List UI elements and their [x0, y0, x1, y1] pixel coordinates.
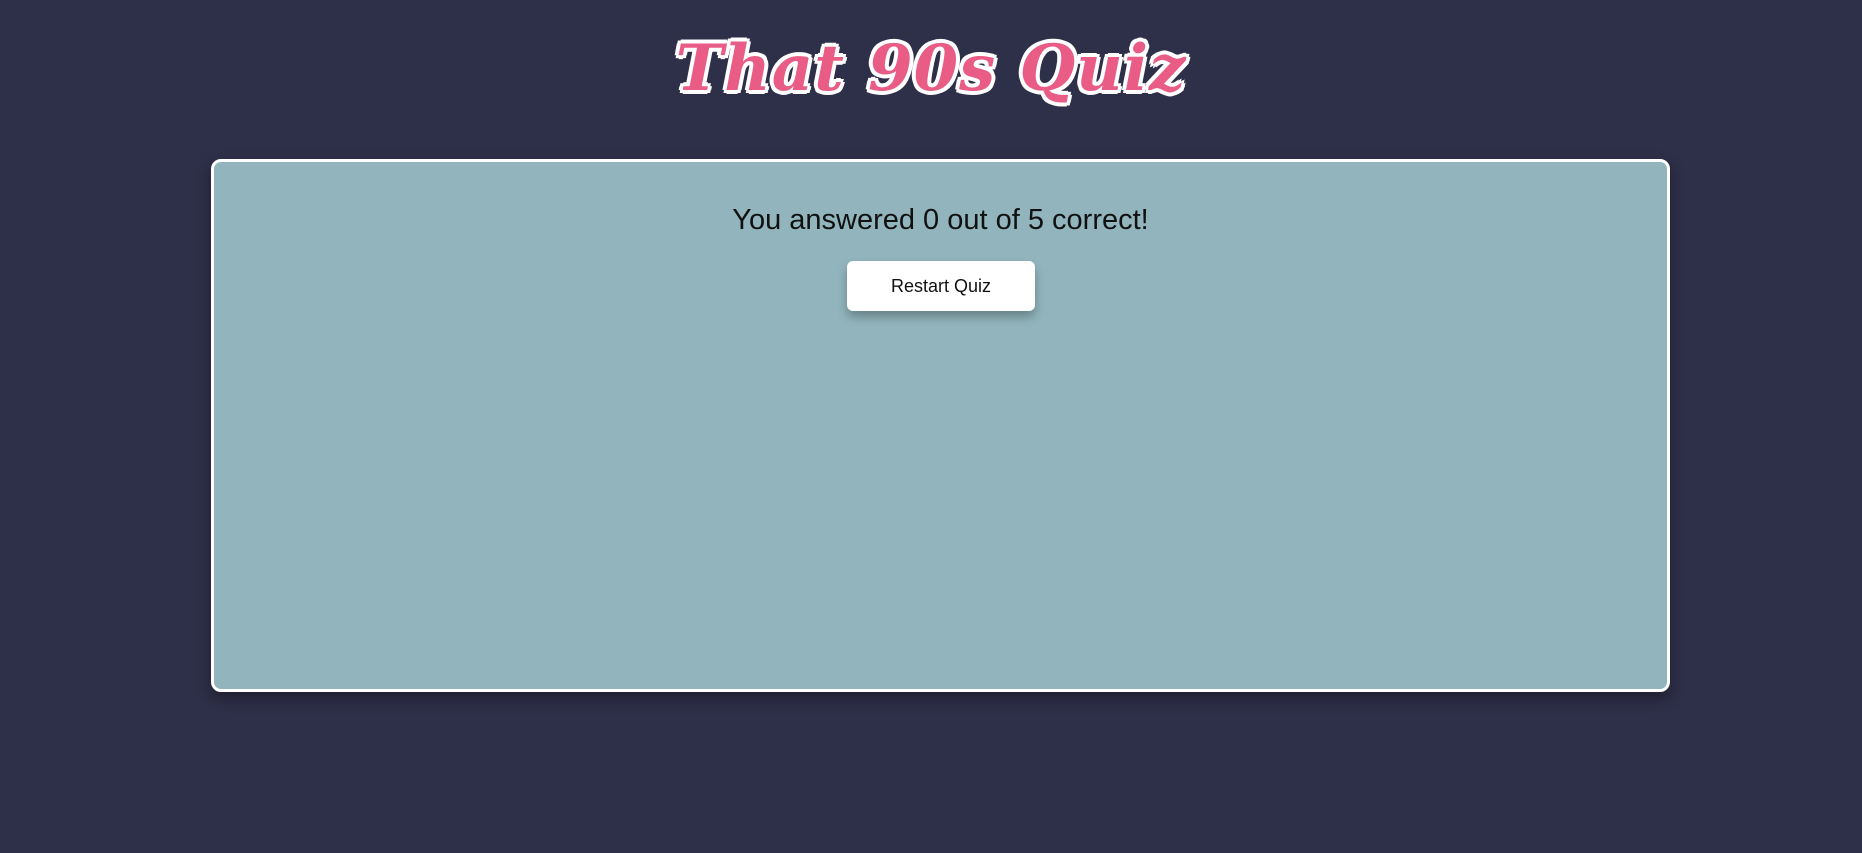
restart-quiz-button[interactable]: Restart Quiz — [847, 261, 1035, 311]
quiz-result-card: You answered 0 out of 5 correct! Restart… — [211, 159, 1670, 692]
site-title: That 90s Quiz — [675, 30, 1187, 107]
score-result-text: You answered 0 out of 5 correct! — [732, 204, 1149, 236]
